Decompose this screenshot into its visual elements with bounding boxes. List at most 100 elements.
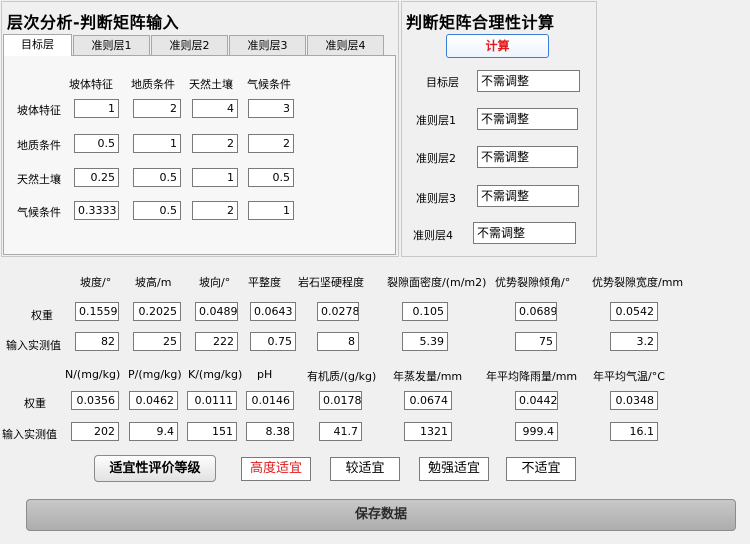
save-data-button[interactable]: 保存数据	[26, 499, 736, 531]
consistency-result[interactable]: 不需调整	[477, 146, 578, 168]
matrix-cell[interactable]: 3	[248, 99, 294, 118]
matrix-cell[interactable]: 0.5	[133, 168, 181, 187]
indicator-header: 年蒸发量/mm	[393, 370, 463, 383]
measure-value[interactable]: 41.7	[319, 422, 362, 441]
calculate-button[interactable]: 计算	[446, 34, 549, 58]
weight-value[interactable]: 0.0178	[319, 391, 362, 410]
tab-criteria-layer-1[interactable]: 准则层1	[73, 35, 150, 55]
matrix-cell[interactable]: 0.5	[133, 201, 181, 220]
measure-value[interactable]: 999.4	[515, 422, 558, 441]
measure-value[interactable]: 5.39	[402, 332, 448, 351]
matrix-col-header: 气候条件	[247, 78, 291, 91]
measure-value[interactable]: 25	[133, 332, 181, 351]
weight-value[interactable]: 0.105	[402, 302, 448, 321]
measure-value[interactable]: 75	[515, 332, 557, 351]
indicator-header: 岩石坚硬程度	[298, 276, 364, 289]
consistency-result[interactable]: 不需调整	[477, 70, 580, 92]
weight-value[interactable]: 0.2025	[133, 302, 181, 321]
consistency-title: 判断矩阵合理性计算	[406, 13, 555, 32]
matrix-cell[interactable]: 2	[133, 99, 181, 118]
matrix-cell[interactable]: 4	[192, 99, 238, 118]
tab-criteria-layer-3[interactable]: 准则层3	[229, 35, 306, 55]
matrix-row-header: 地质条件	[17, 139, 61, 152]
weight-value[interactable]: 0.0348	[610, 391, 658, 410]
measure-value[interactable]: 8	[317, 332, 359, 351]
measure-value[interactable]: 8.38	[246, 422, 294, 441]
matrix-row-header: 坡体特征	[17, 104, 61, 117]
weight-value[interactable]: 0.0542	[610, 302, 658, 321]
weight-value[interactable]: 0.0643	[250, 302, 296, 321]
measure-value[interactable]: 82	[75, 332, 119, 351]
weight-value[interactable]: 0.0146	[246, 391, 294, 410]
measure-value[interactable]: 202	[71, 422, 119, 441]
measure-value[interactable]: 222	[195, 332, 238, 351]
consistency-row-label: 准则层2	[416, 152, 456, 165]
matrix-row-header: 气候条件	[17, 206, 61, 219]
indicator-header: 年平均降雨量/mm	[486, 370, 578, 383]
indicator-header: 坡度/°	[80, 276, 112, 289]
weight-value[interactable]: 0.0489	[195, 302, 238, 321]
weight-value[interactable]: 0.0462	[129, 391, 178, 410]
measure-value[interactable]: 151	[187, 422, 237, 441]
weight-row-label: 权重	[24, 397, 46, 410]
weight-value[interactable]: 0.1559	[75, 302, 119, 321]
indicator-header: 有机质/(g/kg)	[307, 370, 377, 383]
level-unsuitable: 不适宜	[506, 457, 576, 481]
suitability-evaluate-button[interactable]: 适宜性评价等级	[94, 455, 216, 482]
indicator-header: 裂隙面密度/(m/m2)	[387, 276, 487, 289]
indicator-header: 坡向/°	[199, 276, 231, 289]
measure-value[interactable]: 16.1	[610, 422, 658, 441]
indicator-header: 优势裂隙倾角/°	[495, 276, 571, 289]
weight-value[interactable]: 0.0689	[515, 302, 557, 321]
indicator-header: P/(mg/kg)	[128, 368, 182, 381]
consistency-row-label: 准则层3	[416, 192, 456, 205]
indicator-header: 坡高/m	[135, 276, 172, 289]
tab-criteria-layer-4[interactable]: 准则层4	[307, 35, 384, 55]
measure-row-label: 输入实测值	[6, 339, 61, 352]
tab-criteria-layer-2[interactable]: 准则层2	[151, 35, 228, 55]
level-suitable: 较适宜	[330, 457, 400, 481]
indicator-header: 年平均气温/°C	[593, 370, 665, 383]
tab-target-layer[interactable]: 目标层	[3, 34, 72, 56]
weight-value[interactable]: 0.0356	[71, 391, 119, 410]
matrix-cell[interactable]: 0.5	[248, 168, 294, 187]
consistency-result[interactable]: 不需调整	[477, 108, 578, 130]
matrix-cell[interactable]: 0.5	[74, 134, 119, 153]
indicator-header: 优势裂隙宽度/mm	[592, 276, 684, 289]
consistency-row-label: 目标层	[426, 76, 459, 89]
matrix-input-title: 层次分析-判断矩阵输入	[7, 13, 180, 32]
consistency-row-label: 准则层4	[413, 229, 453, 242]
measure-value[interactable]: 1321	[404, 422, 452, 441]
matrix-row-header: 天然土壤	[17, 173, 61, 186]
measure-value[interactable]: 0.75	[250, 332, 296, 351]
measure-value[interactable]: 9.4	[129, 422, 178, 441]
consistency-result[interactable]: 不需调整	[473, 222, 576, 244]
weight-value[interactable]: 0.0674	[404, 391, 452, 410]
indicator-header: 平整度	[248, 276, 281, 289]
matrix-cell[interactable]: 2	[192, 201, 238, 220]
weight-value[interactable]: 0.0111	[187, 391, 237, 410]
weight-row-label: 权重	[31, 309, 53, 322]
matrix-cell[interactable]: 1	[192, 168, 238, 187]
measure-value[interactable]: 3.2	[610, 332, 658, 351]
level-highly-suitable: 高度适宜	[241, 457, 311, 481]
matrix-cell[interactable]: 2	[248, 134, 294, 153]
weight-value[interactable]: 0.0278	[317, 302, 359, 321]
indicator-header: N/(mg/kg)	[65, 368, 121, 381]
matrix-col-header: 天然土壤	[189, 78, 233, 91]
matrix-cell[interactable]: 1	[248, 201, 294, 220]
matrix-cell[interactable]: 1	[133, 134, 181, 153]
matrix-cell[interactable]: 1	[74, 99, 119, 118]
matrix-cell[interactable]: 2	[192, 134, 238, 153]
weight-value[interactable]: 0.0442	[515, 391, 558, 410]
consistency-row-label: 准则层1	[416, 114, 456, 127]
matrix-col-header: 地质条件	[131, 78, 175, 91]
measure-row-label: 输入实测值	[2, 428, 57, 441]
matrix-cell[interactable]: 0.3333	[74, 201, 119, 220]
matrix-cell[interactable]: 0.25	[74, 168, 119, 187]
indicator-header: pH	[257, 368, 273, 381]
consistency-result[interactable]: 不需调整	[477, 185, 579, 207]
matrix-col-header: 坡体特征	[69, 78, 113, 91]
level-marginally-suitable: 勉强适宜	[419, 457, 489, 481]
indicator-header: K/(mg/kg)	[188, 368, 243, 381]
